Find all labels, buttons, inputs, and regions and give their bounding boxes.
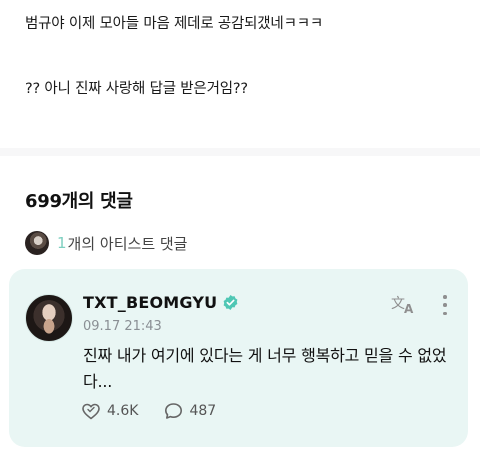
artist-comment-card: TXT_BEOMGYU 09.17 21:43 文 A 진짜 내가 여기에 있다… [9,269,468,447]
artist-comment-label: 개의 아티스트 댓글 [67,234,188,253]
reply-button[interactable]: 487 [164,402,216,420]
section-divider [0,148,480,156]
more-dot [443,311,447,315]
reply-count: 487 [189,403,217,419]
post-text-line-2: ?? 아니 진짜 사랑해 답글 받은거임?? [25,81,248,97]
artist-comments-filter[interactable]: 1 개의 아티스트 댓글 [25,230,187,256]
more-dot [443,303,447,307]
more-vertical-icon[interactable] [437,291,453,319]
author-name: TXT_BEOMGYU [83,293,218,312]
more-dot [443,295,447,299]
like-heart-icon [82,403,100,420]
comments-count-title: 699개의 댓글 [25,191,133,212]
artist-avatar [25,231,49,255]
verified-badge-icon [223,295,238,310]
like-count: 4.6K [107,403,139,419]
like-button[interactable]: 4.6K [81,402,138,420]
post-text-line-1: 범규야 이제 모아들 마음 제데로 공감되갰네ㅋㅋㅋ [25,16,323,32]
comment-author[interactable]: TXT_BEOMGYU [83,293,239,312]
svg-text:文: 文 [391,296,405,312]
translate-icon[interactable]: 文 A [391,293,417,315]
svg-text:A: A [404,302,414,315]
comment-timestamp: 09.17 21:43 [83,319,162,334]
artist-comment-count: 1 [57,234,67,252]
avatar[interactable] [25,294,73,342]
reply-bubble-icon [165,403,183,419]
comment-body: 진짜 내가 여기에 있다는 게 너무 행복하고 믿을 수 없었다... [83,346,447,391]
comment-actions: 4.6K 487 [81,399,216,423]
